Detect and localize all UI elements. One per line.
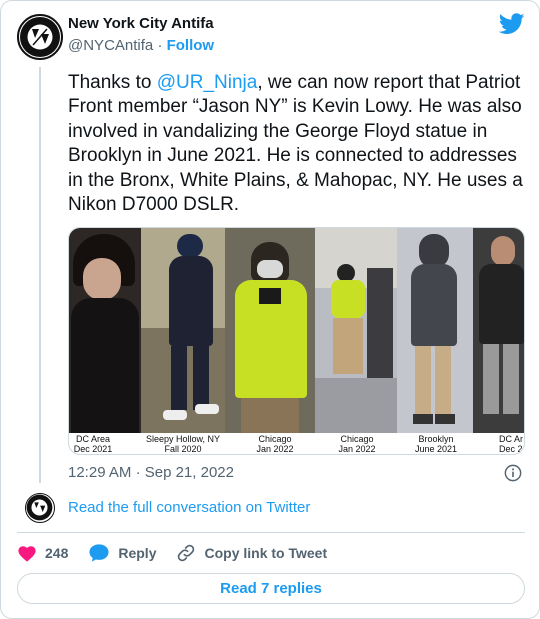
copy-link-label: Copy link to Tweet — [204, 545, 328, 561]
divider — [17, 532, 525, 533]
twitter-bird-icon[interactable] — [499, 13, 525, 35]
heart-icon — [18, 546, 36, 562]
read-replies-button[interactable]: Read 7 replies — [17, 573, 525, 604]
reply-label: Reply — [118, 545, 157, 561]
tweet-media[interactable]: DC Area Dec 2021 Sleepy Hollow, NY Fall … — [68, 227, 525, 455]
caption-date: Dec 2021 — [73, 444, 113, 454]
caption-date: June 2021 — [414, 444, 458, 454]
handle-separator: · — [157, 37, 163, 54]
info-icon[interactable] — [504, 464, 522, 482]
caption-date: Dec 2( — [499, 444, 525, 454]
read-full-conversation-link[interactable]: Read the full conversation on Twitter — [68, 499, 310, 516]
like-count: 248 — [45, 545, 69, 561]
tweet-card: New York City Antifa @NYCAntifa · Follow… — [0, 0, 540, 619]
time-separator: · — [135, 464, 141, 481]
photo-6 — [473, 228, 524, 433]
reply-button[interactable]: Reply — [88, 543, 156, 563]
caption-place: Chicago — [340, 434, 374, 444]
author-avatar[interactable] — [17, 14, 63, 60]
photo-caption-3: Chicago Jan 2022 — [235, 434, 315, 454]
photo-3 — [225, 228, 315, 433]
tweet-text: Thanks to @UR_Ninja, we can now report t… — [68, 71, 528, 217]
photo-4 — [315, 228, 397, 433]
caption-place: Sleepy Hollow, NY — [145, 434, 221, 444]
photo-caption-1: DC Area Dec 2021 — [69, 434, 117, 454]
follow-button[interactable]: Follow — [167, 37, 215, 54]
photo-caption-2: Sleepy Hollow, NY Fall 2020 — [141, 434, 225, 454]
reply-bubble-icon — [89, 544, 109, 562]
like-button[interactable]: 248 — [17, 544, 68, 562]
tweet-actions: 248 Reply Copy link to Tweet — [17, 542, 347, 564]
caption-place: Brooklyn — [418, 434, 454, 444]
caption-place: Chicago — [258, 434, 292, 444]
photo-caption-4: Chicago Jan 2022 — [317, 434, 397, 454]
caption-place: DC Ar — [499, 434, 524, 444]
photo-5 — [397, 228, 473, 433]
tweet-text-before: Thanks to — [68, 72, 157, 93]
conversation-avatar — [25, 493, 55, 523]
photo-2 — [141, 228, 225, 433]
photo-caption-5: Brooklyn June 2021 — [403, 434, 469, 454]
caption-date: Fall 2020 — [164, 444, 202, 454]
tweet-text-after: , we can now report that Patriot Front m… — [68, 72, 523, 216]
caption-place: DC Area — [75, 434, 110, 444]
caption-date: Jan 2022 — [338, 444, 376, 454]
photo-1 — [69, 228, 141, 433]
tweet-timestamp[interactable]: 12:29 AM · Sep 21, 2022 — [68, 464, 234, 481]
author-handle[interactable]: @NYCAntifa — [68, 37, 153, 54]
caption-date: Jan 2022 — [256, 444, 294, 454]
mention-link[interactable]: @UR_Ninja — [157, 72, 258, 93]
photo-caption-6: DC Ar Dec 2( — [499, 434, 525, 454]
author-name[interactable]: New York City Antifa — [68, 15, 214, 32]
antifa-logo-icon — [20, 17, 60, 57]
link-icon — [178, 544, 195, 562]
tweet-time: 12:29 AM — [68, 464, 132, 481]
copy-link-button[interactable]: Copy link to Tweet — [176, 543, 327, 563]
antifa-logo-icon — [26, 494, 53, 521]
author-handle-row: @NYCAntifa · Follow — [68, 37, 214, 54]
thread-line — [39, 67, 41, 483]
tweet-date: Sep 21, 2022 — [144, 464, 234, 481]
